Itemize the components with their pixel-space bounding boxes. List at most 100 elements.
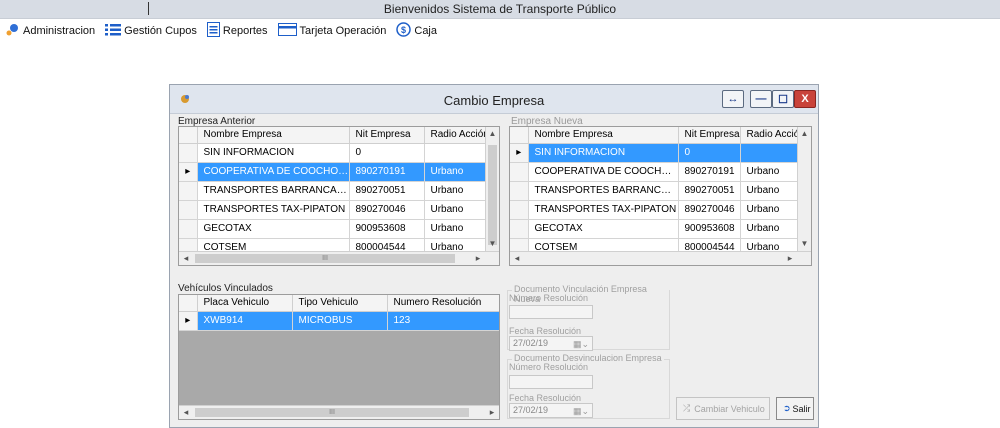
cell: 890270046 [349,200,425,220]
cambiar-vehiculo-button[interactable]: ⤮ Cambiar Vehiculo [676,397,770,420]
scroll-right-icon[interactable]: ▸ [783,252,797,265]
table-row[interactable]: COOPERATIVA DE COOCHOFERES890270191Urban… [510,162,801,182]
maximize-button[interactable]: ☐ [772,90,794,108]
cell: XWB914 [197,311,293,331]
resize-button[interactable]: ↔ [722,90,744,108]
cell: 890270191 [349,162,425,182]
scroll-down-icon[interactable]: ▼ [486,237,499,251]
cell: Urbano [740,181,801,201]
resize-icon: ↔ [727,93,739,105]
menu-administracion[interactable]: Administracion [6,23,95,39]
row-header [179,219,198,239]
fecha-resolucion-label: Fecha Resolución [509,326,582,336]
col-nit-empresa[interactable]: Nit Empresa [678,127,741,144]
menu-caja[interactable]: $ Caja [396,22,437,40]
table-row-selected[interactable]: ▸ XWB914 MICROBUS 123 [179,311,499,331]
scroll-right-icon[interactable]: ▸ [485,406,499,419]
cambiar-vehiculo-label: Cambiar Vehiculo [694,403,765,414]
scroll-thumb[interactable]: III [195,408,469,417]
vertical-scrollbar[interactable]: ▲ ▼ [797,127,811,251]
cell: 0 [349,143,425,163]
menu-tarjeta-operacion[interactable]: Tarjeta Operación [277,23,386,39]
menu-reportes[interactable]: Reportes [206,22,268,40]
cell: COOPERATIVA DE COOCHOFERES [197,162,350,182]
cell: SIN INFORMACION [197,143,350,163]
table-row[interactable]: TRANSPORTES TAX-PIPATON 890270046 Urbano [510,200,801,220]
col-radio-accion[interactable]: Radio Acción [740,127,801,144]
col-radio-accion[interactable]: Radio Acción [424,127,488,144]
fecha-resolucion-picker[interactable]: 27/02/19 ▦⌄ [509,336,593,351]
horizontal-scrollbar[interactable]: ◂ III ▸ [179,251,499,265]
col-nombre-empresa[interactable]: Nombre Empresa [528,127,679,144]
exit-icon: ➲ [783,403,791,413]
menu-gestion-cupos[interactable]: Gestión Cupos [105,23,197,39]
scroll-up-icon[interactable]: ▲ [798,127,811,141]
cell: 890270051 [678,181,741,201]
scroll-left-icon[interactable]: ◂ [179,252,193,265]
document-icon [206,22,220,40]
table-row-selected[interactable]: ▸ SIN INFORMACION 0 [510,143,801,163]
cell: 900953608 [349,219,425,239]
list-icon [105,23,122,39]
horizontal-scrollbar[interactable]: ◂ ▸ [510,251,811,265]
table-row[interactable]: GECOTAX 900953608 Urbano [179,219,488,239]
salir-button[interactable]: ➲ Salir [776,397,814,420]
cell: TRANSPORTES TAX-PIPATON [528,200,679,220]
vertical-scrollbar[interactable]: ▲ ▼ [485,127,499,251]
cell: GECOTAX [197,219,350,239]
row-header-corner [179,295,198,312]
scroll-left-icon[interactable]: ◂ [179,406,193,419]
table-row[interactable]: TRANSPORTES TAX-PIPATON 890270046 Urbano [179,200,488,220]
cell: 123 [387,311,499,331]
cell: 0 [678,143,741,163]
scroll-up-icon[interactable]: ▲ [486,127,499,141]
table-row-selected[interactable]: ▸COOPERATIVA DE COOCHOFERES890270191Urba… [179,162,488,182]
cell: TRANSPORTES BARRANCABERME... [197,181,350,201]
numero-resolucion-input[interactable] [509,305,593,319]
table-row[interactable]: TRANSPORTES BARRANCABERME...890270051Urb… [179,181,488,201]
numero-resolucion-input[interactable] [509,375,593,389]
scroll-thumb[interactable]: III [195,254,455,263]
empresa-nueva-grid[interactable]: Nombre Empresa Nit Empresa Radio Acción … [509,126,812,266]
col-nombre-empresa[interactable]: Nombre Empresa [197,127,350,144]
fecha-resolucion-value: 27/02/19 [513,338,549,348]
calendar-dropdown-icon[interactable]: ▦⌄ [573,405,589,418]
cell: Urbano [424,181,488,201]
row-header [179,143,198,163]
table-row[interactable]: SIN INFORMACION 0 [179,143,488,163]
scroll-thumb[interactable] [488,145,497,245]
col-numero-resolucion[interactable]: Numero Resolución [387,295,499,312]
minimize-button[interactable]: — [750,90,772,108]
scroll-down-icon[interactable]: ▼ [798,237,811,251]
close-button[interactable]: X [794,90,816,108]
table-row[interactable]: TRANSPORTES BARRANCABERME...890270051Urb… [510,181,801,201]
fecha-resolucion-label: Fecha Resolución [509,393,582,403]
numero-resolucion-label: Número Resolución [509,293,589,303]
vehiculos-grid[interactable]: Placa Vehiculo Tipo Vehiculo Numero Reso… [178,294,500,420]
col-nit-empresa[interactable]: Nit Empresa [349,127,425,144]
col-placa-vehiculo[interactable]: Placa Vehiculo [197,295,293,312]
cell: 890270051 [349,181,425,201]
cell: Urbano [740,200,801,220]
cell: Urbano [740,162,801,182]
horizontal-scrollbar[interactable]: ◂ III ▸ [179,405,499,419]
svg-text:$: $ [401,25,406,35]
scroll-left-icon[interactable]: ◂ [510,252,524,265]
fecha-resolucion-picker[interactable]: 27/02/19 ▦⌄ [509,403,593,418]
maximize-icon: ☐ [778,93,788,106]
dialog-titlebar: Cambio Empresa ↔ — ☐ X [170,85,818,114]
cell [424,143,488,163]
row-header [510,162,529,182]
scroll-right-icon[interactable]: ▸ [471,252,485,265]
vehiculos-vinculados-label: Vehículos Vinculados [178,283,273,294]
table-row[interactable]: GECOTAX 900953608 Urbano [510,219,801,239]
row-header [510,181,529,201]
row-header-corner [179,127,198,144]
calendar-dropdown-icon[interactable]: ▦⌄ [573,338,589,351]
empresa-anterior-grid[interactable]: Nombre Empresa Nit Empresa Radio Acción … [178,126,500,266]
cell: Urbano [740,219,801,239]
cell: Urbano [424,200,488,220]
cell [740,143,801,163]
col-tipo-vehiculo[interactable]: Tipo Vehiculo [292,295,388,312]
cell: MICROBUS [292,311,388,331]
